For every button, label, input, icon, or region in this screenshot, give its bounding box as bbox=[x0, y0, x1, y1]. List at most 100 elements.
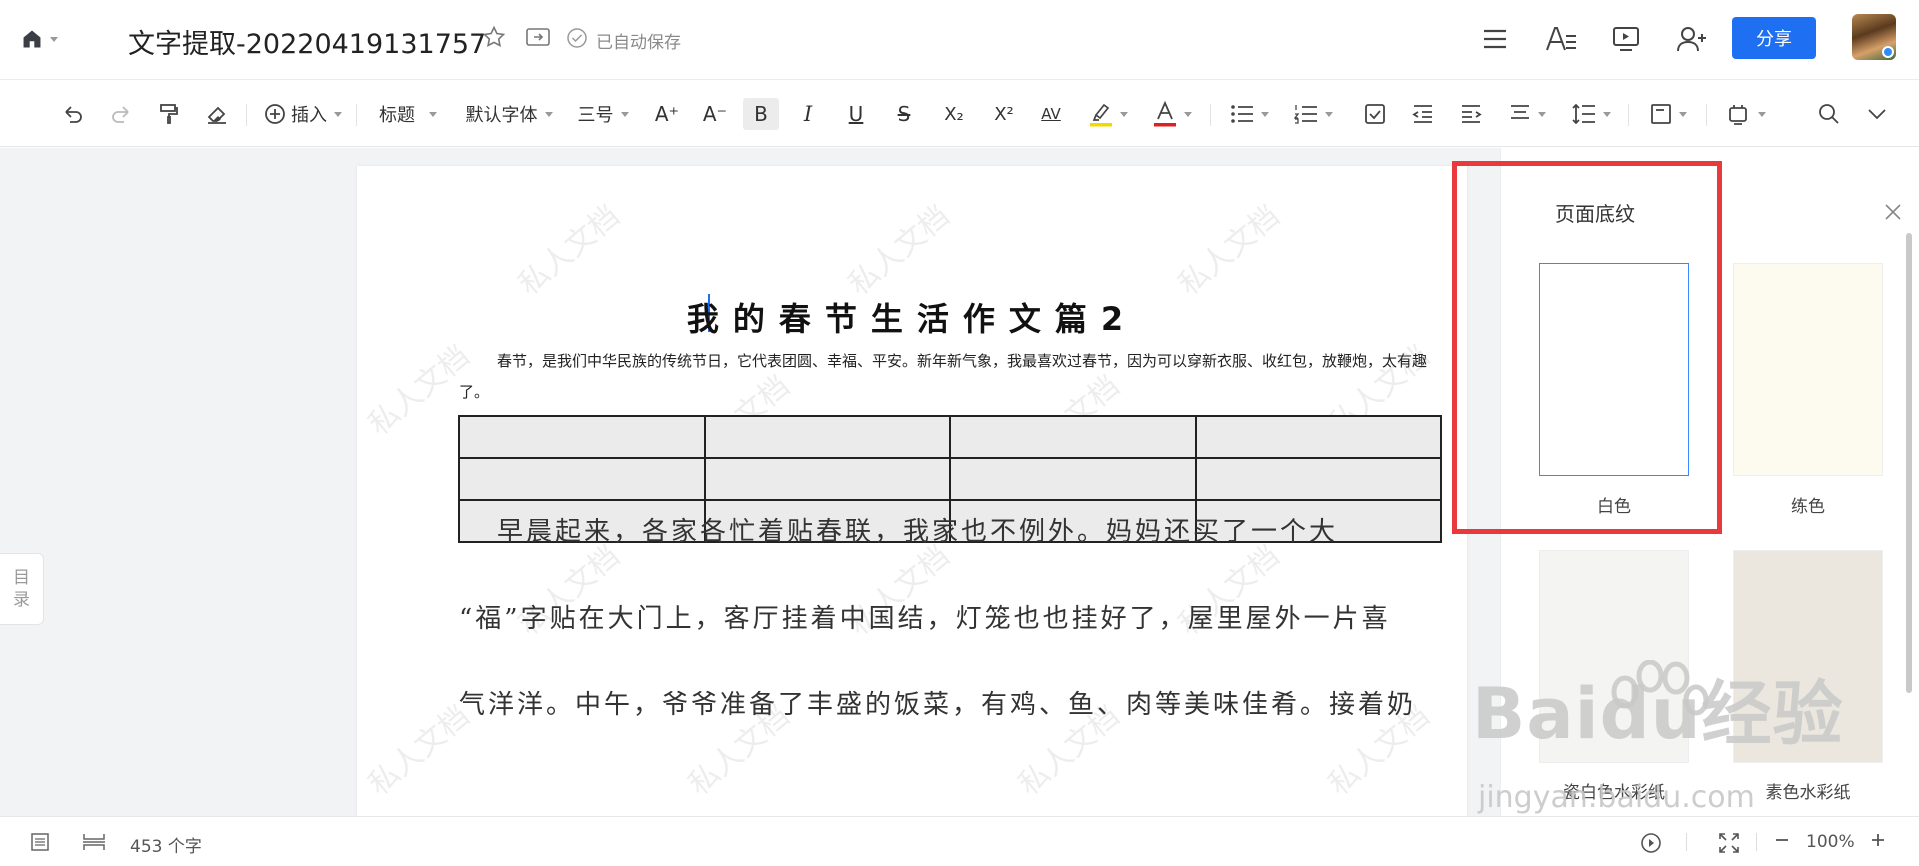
text-style-icon[interactable] bbox=[1544, 22, 1578, 56]
bold-button[interactable]: B bbox=[743, 98, 779, 130]
undo-icon bbox=[65, 106, 82, 123]
superscript-icon: X² bbox=[994, 103, 1014, 125]
table-cell[interactable] bbox=[949, 415, 1197, 459]
fullscreen-button[interactable] bbox=[1718, 832, 1740, 854]
undo-button[interactable] bbox=[58, 98, 88, 130]
checklist-button[interactable] bbox=[1360, 98, 1390, 130]
highlight-color-swatch bbox=[1089, 123, 1112, 127]
chevron-down-icon bbox=[1537, 111, 1546, 117]
play-button[interactable] bbox=[1640, 832, 1662, 854]
page-icon bbox=[1650, 104, 1671, 124]
page-settings-button[interactable] bbox=[1644, 98, 1692, 130]
spacing-icon: AV bbox=[1041, 105, 1061, 123]
heading-style-select[interactable]: 标题 bbox=[370, 98, 446, 130]
close-icon bbox=[1885, 204, 1901, 220]
toolbar-expand-button[interactable] bbox=[1862, 98, 1892, 130]
table-cell[interactable] bbox=[458, 457, 706, 501]
presentation-icon[interactable] bbox=[1609, 22, 1643, 56]
plus-circle-icon bbox=[265, 104, 285, 124]
format-painter-button[interactable] bbox=[154, 98, 184, 130]
align-button[interactable] bbox=[1504, 98, 1550, 130]
table-cell[interactable] bbox=[703, 457, 951, 501]
font-size-value: 三号 bbox=[577, 105, 614, 126]
page-background-button[interactable] bbox=[1722, 98, 1770, 130]
underline-icon: U bbox=[848, 102, 864, 126]
document-title[interactable]: 文字提取-20220419131757 bbox=[128, 22, 486, 61]
body-line[interactable]: 早晨起来，各家各忙着贴春联，我家也不例外。妈妈还买了一个大 bbox=[459, 511, 1449, 548]
menu-icon[interactable] bbox=[1478, 22, 1512, 56]
font-size-select[interactable]: 三号 bbox=[572, 98, 634, 130]
background-option-ivory[interactable] bbox=[1733, 263, 1883, 476]
intro-paragraph[interactable]: 春节，是我们中华民族的传统节日，它代表团圆、幸福、平安。新年新气象，我最喜欢过春… bbox=[459, 346, 1435, 408]
close-panel-button[interactable] bbox=[1883, 202, 1903, 226]
zoom-level[interactable]: 100% bbox=[1806, 832, 1855, 852]
subscript-icon: X₂ bbox=[944, 103, 964, 125]
chevron-down-icon bbox=[1119, 111, 1128, 117]
font-color-button[interactable] bbox=[1149, 98, 1195, 130]
panel-scrollbar[interactable] bbox=[1906, 233, 1912, 693]
page-break-icon bbox=[83, 834, 105, 850]
star-icon[interactable] bbox=[482, 25, 506, 53]
add-collaborator-icon[interactable] bbox=[1675, 22, 1709, 56]
move-to-folder-icon[interactable] bbox=[525, 26, 551, 52]
word-count: 453 个字 bbox=[130, 837, 202, 857]
format-painter-icon bbox=[160, 104, 178, 124]
document-heading[interactable]: 我的春节生活作文篇2 bbox=[357, 294, 1467, 340]
table-cell[interactable] bbox=[1194, 457, 1442, 501]
table-cell[interactable] bbox=[458, 415, 706, 459]
toolbar-divider bbox=[356, 104, 357, 126]
italic-button[interactable]: I bbox=[793, 98, 823, 130]
zoom-in-button[interactable] bbox=[1870, 832, 1886, 848]
bullet-list-button[interactable] bbox=[1226, 98, 1272, 130]
chevron-down-icon bbox=[620, 111, 629, 117]
status-divider bbox=[1756, 833, 1757, 851]
page-view-toggle[interactable] bbox=[82, 832, 106, 852]
increase-indent-button[interactable] bbox=[1456, 98, 1486, 130]
chevron-down-icon bbox=[1757, 111, 1766, 117]
increase-font-button[interactable]: A⁺ bbox=[652, 98, 682, 130]
decrease-font-button[interactable]: A⁻ bbox=[700, 98, 730, 130]
chevron-down-icon bbox=[334, 111, 342, 117]
clear-format-button[interactable] bbox=[202, 98, 232, 130]
underline-button[interactable]: U bbox=[841, 98, 871, 130]
paint-bucket-icon bbox=[1728, 105, 1747, 125]
outline-toggle[interactable] bbox=[30, 832, 50, 852]
decrease-indent-button[interactable] bbox=[1408, 98, 1438, 130]
zoom-out-button[interactable] bbox=[1774, 832, 1790, 848]
chevron-down-icon bbox=[1183, 111, 1192, 117]
italic-icon: I bbox=[803, 102, 813, 126]
toolbar-divider bbox=[246, 104, 247, 126]
strikethrough-button[interactable]: S bbox=[889, 98, 919, 130]
numbered-list-button[interactable] bbox=[1290, 98, 1336, 130]
superscript-button[interactable]: X² bbox=[987, 98, 1021, 130]
table-cell[interactable] bbox=[949, 457, 1197, 501]
redo-button[interactable] bbox=[106, 98, 136, 130]
chevron-down-icon bbox=[1868, 109, 1886, 120]
strikethrough-icon: S bbox=[897, 102, 911, 126]
character-spacing-button[interactable]: AV bbox=[1035, 98, 1067, 130]
subscript-button[interactable]: X₂ bbox=[937, 98, 971, 130]
line-spacing-button[interactable] bbox=[1568, 98, 1614, 130]
share-button[interactable]: 分享 bbox=[1732, 17, 1816, 59]
status-divider bbox=[1686, 833, 1687, 851]
insert-menu[interactable]: 插入 bbox=[262, 98, 344, 130]
home-button[interactable] bbox=[22, 22, 58, 56]
toolbar-divider bbox=[1210, 104, 1211, 126]
table-cell[interactable] bbox=[1194, 415, 1442, 459]
highlight-color-button[interactable] bbox=[1085, 98, 1131, 130]
body-line[interactable]: 气洋洋。中午，爷爷准备了丰盛的饭菜，有鸡、鱼、肉等美味佳肴。接着奶 bbox=[459, 684, 1449, 721]
font-color-swatch bbox=[1153, 123, 1176, 127]
font-family-select[interactable]: 默认字体 bbox=[460, 98, 558, 130]
table-cell[interactable] bbox=[703, 415, 951, 459]
document-page[interactable]: 私人文档 私人文档 私人文档 私人文档 私人文档 私人文档 私人文档 私人文档 … bbox=[357, 166, 1467, 826]
avatar[interactable] bbox=[1852, 14, 1896, 60]
search-button[interactable] bbox=[1814, 98, 1844, 130]
baidu-logo-text: Baidu经验 bbox=[1472, 673, 1844, 755]
watermark-text: 私人文档 bbox=[512, 198, 627, 303]
toc-toggle[interactable]: 目 录 bbox=[0, 553, 44, 625]
toc-label: 录 bbox=[13, 590, 30, 610]
body-line[interactable]: “福”字贴在大门上，客厅挂着中国结，灯笼也也挂好了，屋里屋外一片喜 bbox=[459, 598, 1449, 635]
format-toolbar: 插入 标题 默认字体 三号 A⁺ A⁻ B I U S X₂ X² AV bbox=[0, 80, 1919, 147]
background-option-label: 素色水彩纸 bbox=[1765, 783, 1851, 803]
table-row bbox=[458, 415, 1442, 459]
